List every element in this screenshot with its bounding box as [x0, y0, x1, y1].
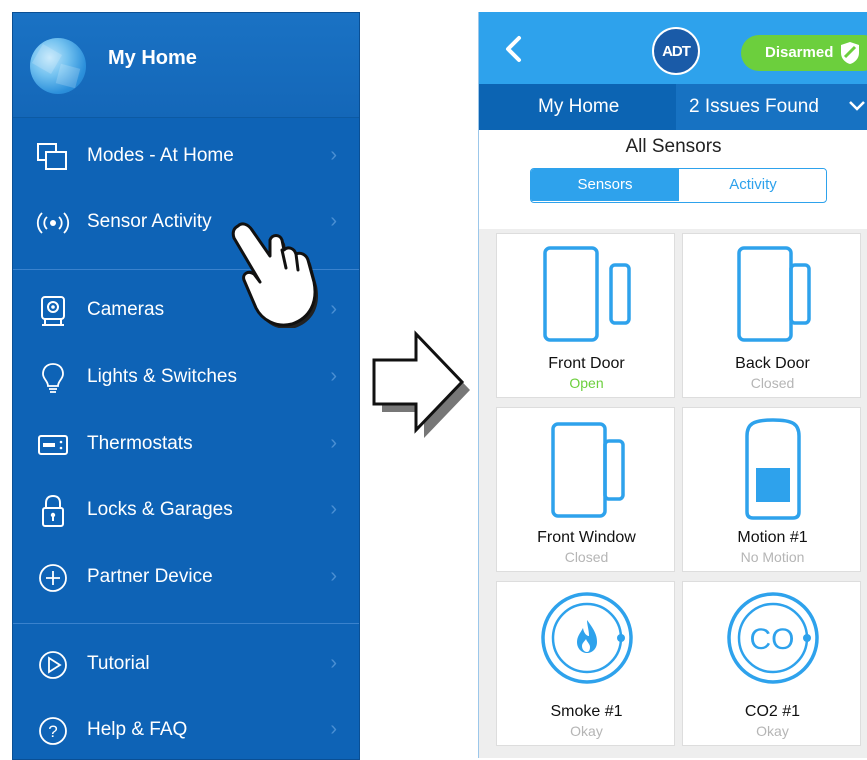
chevron-right-icon: › — [330, 718, 337, 740]
pointing-hand-icon — [226, 216, 322, 328]
co-symbol: CO — [750, 623, 795, 656]
menu-item-modes[interactable]: Modes - At Home › — [13, 127, 359, 187]
top-bar: ADT Disarmed — [479, 12, 867, 84]
co-detector-icon: CO — [683, 590, 862, 702]
side-menu: My Home Modes - At Home › Sensor Activit… — [12, 12, 360, 760]
menu-item-label: Thermostats — [87, 433, 193, 454]
sensor-name: Back Door — [735, 355, 810, 372]
menu-item-label: Help & FAQ — [87, 719, 188, 740]
window-sensor-icon — [497, 416, 676, 528]
plus-circle-icon — [35, 560, 71, 596]
chevron-right-icon: › — [330, 652, 337, 674]
chevron-right-icon: › — [330, 210, 337, 232]
chevron-right-icon: › — [330, 432, 337, 454]
shield-icon — [839, 41, 861, 65]
menu-item-locks[interactable]: Locks & Garages › — [13, 481, 359, 541]
menu-item-partner-device[interactable]: Partner Device › — [13, 548, 359, 608]
chevron-right-icon: › — [330, 365, 337, 387]
menu-item-label: Partner Device — [87, 566, 213, 587]
sensor-name: Motion #1 — [737, 529, 808, 546]
page-title: All Sensors — [625, 136, 722, 157]
sensor-tile-co[interactable]: CO CO2 #1 Okay — [682, 581, 861, 746]
menu-item-help[interactable]: ? Help & FAQ › — [13, 701, 359, 759]
home-avatar — [30, 38, 86, 94]
chevron-left-icon — [506, 36, 521, 62]
arm-status-label: Disarmed — [765, 44, 834, 61]
location-bar: My Home 2 Issues Found — [479, 84, 867, 130]
menu-item-label: Lights & Switches — [87, 366, 237, 387]
smoke-detector-icon — [497, 590, 676, 702]
menu-item-tutorial[interactable]: Tutorial › — [13, 635, 359, 695]
sensor-state: Closed — [564, 549, 609, 565]
menu-item-label: Cameras — [87, 299, 165, 320]
sensor-activity-icon — [35, 205, 71, 241]
menu-item-label: Sensor Activity — [87, 211, 212, 232]
issues-label: 2 Issues Found — [689, 96, 819, 117]
menu-item-lights[interactable]: Lights & Switches › — [13, 348, 359, 408]
sensor-name: Front Door — [548, 355, 625, 372]
adt-logo: ADT — [652, 27, 700, 75]
camera-icon — [35, 293, 71, 329]
door-sensor-icon — [683, 242, 862, 354]
back-button[interactable] — [499, 34, 529, 64]
sensor-tile-motion[interactable]: Motion #1 No Motion — [682, 407, 861, 572]
menu-header[interactable]: My Home — [13, 13, 359, 118]
location-name: My Home — [538, 96, 620, 117]
app-screen: ADT Disarmed My Home 2 Issues Found All … — [478, 12, 867, 758]
home-title: My Home — [108, 47, 197, 69]
arrow-right-icon — [368, 330, 472, 442]
chevron-right-icon: › — [330, 498, 337, 520]
tab-sensors[interactable]: Sensors — [531, 169, 679, 201]
menu-divider — [13, 623, 359, 624]
chevron-down-icon — [849, 101, 865, 111]
sensor-name: CO2 #1 — [744, 703, 801, 720]
sensor-state: Closed — [750, 375, 795, 391]
sensor-grid: Front Door Open Back Door Closed Front W… — [479, 229, 867, 758]
menu-item-label: Locks & Garages — [87, 499, 233, 520]
sensor-state: Okay — [756, 723, 789, 739]
issues-dropdown[interactable]: 2 Issues Found — [676, 84, 867, 130]
menu-item-label: Tutorial — [87, 653, 150, 674]
chevron-right-icon: › — [330, 298, 337, 320]
door-sensor-icon — [497, 242, 676, 354]
chevron-right-icon: › — [330, 144, 337, 166]
motion-sensor-icon — [683, 416, 862, 528]
segmented-control: Sensors Activity — [530, 168, 827, 203]
lock-icon — [35, 493, 71, 529]
modes-icon — [35, 139, 71, 175]
sensor-state: Okay — [570, 723, 603, 739]
sensor-tile-back-door[interactable]: Back Door Closed — [682, 233, 861, 398]
sensor-state: Open — [569, 375, 604, 391]
sensor-name: Smoke #1 — [550, 703, 623, 720]
sensor-state: No Motion — [740, 549, 805, 565]
help-circle-icon: ? — [35, 713, 71, 749]
arm-status-button[interactable]: Disarmed — [741, 35, 867, 71]
chevron-right-icon: › — [330, 565, 337, 587]
play-circle-icon — [35, 647, 71, 683]
menu-item-label: Modes - At Home — [87, 145, 234, 166]
lightbulb-icon — [35, 360, 71, 396]
sensor-tile-smoke[interactable]: Smoke #1 Okay — [496, 581, 675, 746]
sensor-name: Front Window — [537, 529, 636, 546]
thermostat-icon — [35, 427, 71, 463]
sensor-tile-front-window[interactable]: Front Window Closed — [496, 407, 675, 572]
sensors-content: All Sensors Sensors Activity Front Door … — [479, 130, 867, 758]
tab-activity[interactable]: Activity — [679, 169, 826, 201]
svg-text:?: ? — [48, 722, 57, 741]
menu-item-thermostats[interactable]: Thermostats › — [13, 415, 359, 475]
sensor-tile-front-door[interactable]: Front Door Open — [496, 233, 675, 398]
